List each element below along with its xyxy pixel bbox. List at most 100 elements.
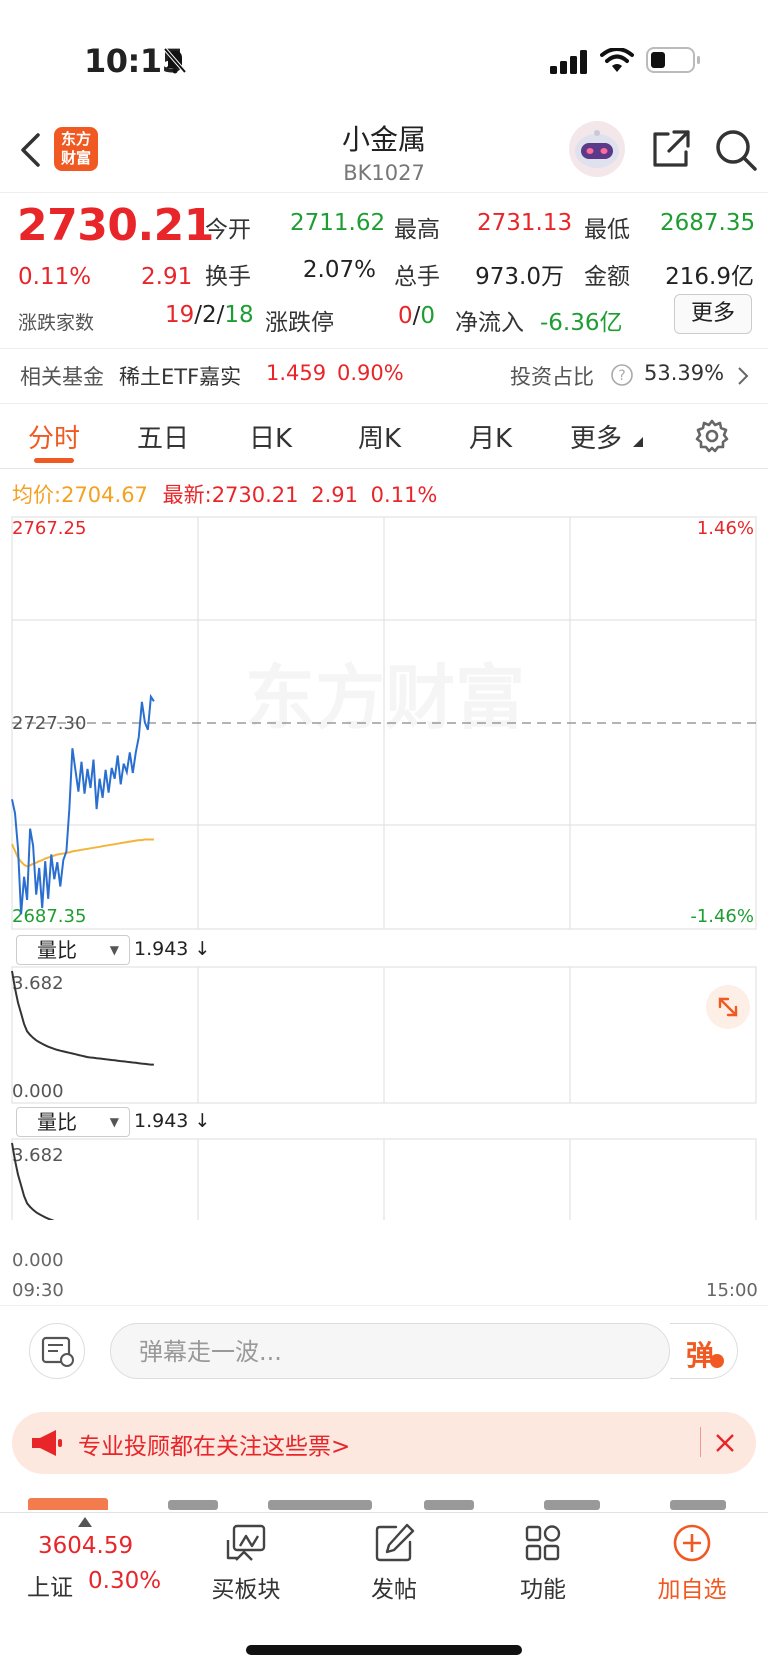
cellular-signal-icon <box>550 50 587 74</box>
add-circle-icon <box>673 1524 711 1562</box>
nav-buy-sector[interactable]: 买板块 <box>186 1520 306 1610</box>
caret-up-icon <box>78 1517 92 1527</box>
nav-functions[interactable]: 功能 <box>483 1520 603 1610</box>
tab-daily-k[interactable]: 日K <box>249 418 292 455</box>
current-price: 2730.21 <box>17 200 214 251</box>
search-icon[interactable] <box>714 128 758 172</box>
limit-label: 涨跌停 <box>265 310 334 336</box>
expand-icon <box>718 997 738 1017</box>
sub1-max-label: 3.682 <box>12 973 64 994</box>
megaphone-icon <box>32 1430 62 1456</box>
down-arrow-icon: ↓ <box>194 938 211 960</box>
down-arrow-icon: ↓ <box>194 1110 211 1132</box>
index-name[interactable]: 上证 <box>27 1568 73 1602</box>
tab-weekly-k[interactable]: 周K <box>358 418 401 455</box>
high-value: 2731.13 <box>477 210 573 236</box>
tab-monthly-k[interactable]: 月K <box>469 418 512 455</box>
promo-text: 专业投顾都在关注这些票> <box>78 1434 351 1460</box>
ratio-label: 投资占比 <box>510 365 594 389</box>
partial-tab-strip <box>0 1480 768 1510</box>
danmu-toggle-button[interactable]: 弹 <box>670 1323 738 1379</box>
breadth-up: 19 <box>165 302 195 328</box>
open-label: 今开 <box>205 217 251 243</box>
sub1-indicator-label: 量比 <box>37 938 77 962</box>
notes-icon <box>41 1336 74 1367</box>
home-indicator <box>246 1645 522 1655</box>
amount-value: 216.9亿 <box>665 264 754 290</box>
x-end-label: 15:00 <box>706 1280 758 1301</box>
limit-up: 0 <box>398 303 413 329</box>
low-label: 最低 <box>584 217 630 243</box>
change-percent: 0.11% <box>18 264 92 290</box>
wifi-icon <box>600 48 634 72</box>
buy-sector-icon <box>226 1524 266 1561</box>
nav-post[interactable]: 发帖 <box>334 1520 454 1610</box>
sub1-min-label: 0.000 <box>12 1081 64 1102</box>
open-value: 2711.62 <box>290 210 386 236</box>
y-min-label: 2687.35 <box>12 906 86 927</box>
status-bar: 10:15 <box>0 0 768 110</box>
active-tab-indicator <box>34 458 74 463</box>
pct-max-label: 1.46% <box>697 518 754 539</box>
danmu-placeholder: 弹幕走一波... <box>139 1338 282 1366</box>
y-mid-label: 2727.30 <box>12 713 86 734</box>
volume-label: 总手 <box>394 264 440 290</box>
danmu-check-dot <box>710 1354 724 1368</box>
sub-chart-2-grid <box>11 1138 757 1220</box>
svg-text:?: ? <box>618 368 625 384</box>
fund-name: 稀土ETF嘉实 <box>119 365 242 389</box>
edit-post-icon <box>375 1523 415 1562</box>
low-value: 2687.35 <box>660 210 756 236</box>
change-amount: 2.91 <box>141 264 193 290</box>
sub2-indicator-value: 1.943 ↓ <box>134 1110 211 1132</box>
netflow-value: -6.36亿 <box>540 310 623 336</box>
dropdown-arrow-icon: ▼ <box>109 943 119 957</box>
notes-button[interactable] <box>29 1323 85 1379</box>
help-icon[interactable]: ? <box>610 363 634 387</box>
turnover-label: 换手 <box>205 264 251 290</box>
breadth-label: 涨跌家数 <box>18 312 95 334</box>
robot-assistant-icon[interactable] <box>568 120 626 178</box>
more-quote-button[interactable]: 更多 <box>674 294 752 334</box>
battery-icon <box>646 47 700 73</box>
nav-add-watchlist[interactable]: 加自选 <box>632 1520 752 1610</box>
index-pct[interactable]: 0.30% <box>88 1568 161 1594</box>
fund-pct: 0.90% <box>337 361 404 385</box>
dropdown-corner-icon <box>633 437 643 447</box>
breadth-counts: 19/2/18 <box>165 302 254 328</box>
limit-counts: 0/0 <box>398 303 436 329</box>
x-start-label: 09:30 <box>12 1280 64 1301</box>
high-label: 最高 <box>394 217 440 243</box>
fund-price: 1.459 <box>266 361 327 385</box>
sub2-indicator-dropdown[interactable]: 量比 ▼ <box>16 1107 130 1137</box>
pct-min-label: -1.46% <box>690 906 754 927</box>
sub-chart-1-grid <box>11 966 757 1104</box>
watermark: 东方财富 <box>245 657 525 739</box>
sub2-min-label-html: 0.000 <box>12 1250 64 1271</box>
tab-more[interactable]: 更多 <box>570 418 622 455</box>
dropdown-arrow-icon: ▼ <box>109 1115 119 1129</box>
breadth-flat: 2 <box>202 302 217 328</box>
limit-down: 0 <box>420 303 436 329</box>
chevron-right-icon <box>738 367 749 385</box>
fund-label: 相关基金 <box>20 365 104 389</box>
bell-off-icon <box>163 47 187 74</box>
y-max-label: 2767.25 <box>12 518 86 539</box>
tab-intraday[interactable]: 分时 <box>28 418 80 455</box>
tab-five-day[interactable]: 五日 <box>137 418 189 455</box>
expand-chart-button[interactable] <box>706 985 750 1029</box>
share-icon[interactable] <box>650 128 692 170</box>
grid-functions-icon <box>525 1525 561 1561</box>
turnover-value: 2.07% <box>302 257 376 283</box>
sub1-indicator-dropdown[interactable]: 量比 ▼ <box>16 935 130 965</box>
netflow-label: 净流入 <box>455 310 524 336</box>
amount-label: 金额 <box>584 264 630 290</box>
ratio-value: 53.39% <box>644 361 725 385</box>
danmu-input[interactable]: 弹幕走一波... <box>110 1323 670 1379</box>
gear-icon[interactable] <box>694 418 730 454</box>
sub2-indicator-label: 量比 <box>37 1110 77 1134</box>
breadth-down: 18 <box>224 302 254 328</box>
sub1-indicator-value: 1.943 ↓ <box>134 938 211 960</box>
index-value[interactable]: 3604.59 <box>38 1533 133 1559</box>
close-icon[interactable] <box>714 1432 736 1454</box>
